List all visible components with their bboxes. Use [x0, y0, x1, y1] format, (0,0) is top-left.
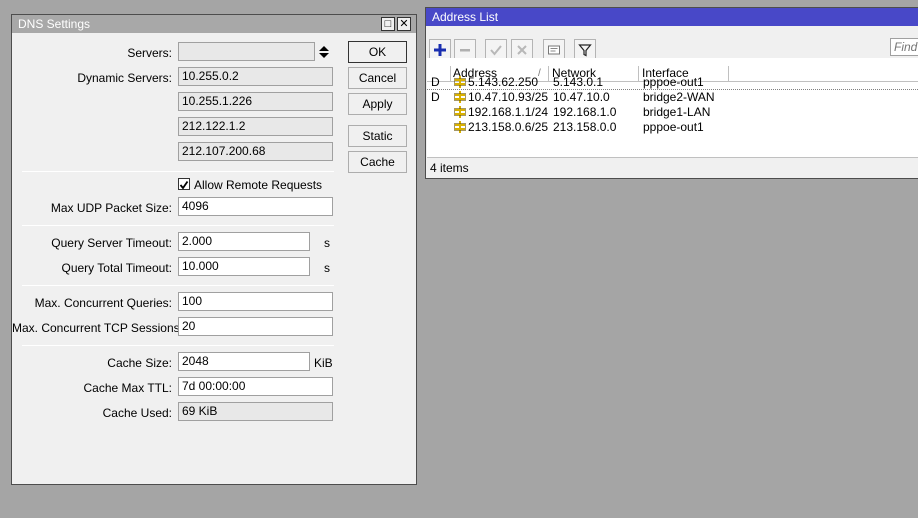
address-icon	[454, 106, 466, 121]
query-server-timeout-label: Query Server Timeout:	[51, 236, 172, 250]
separator	[22, 225, 334, 226]
row-address: 192.168.1.1/24	[468, 105, 549, 119]
cache-size-input[interactable]: 2048	[178, 352, 310, 371]
row-network: 5.143.0.1	[553, 75, 604, 89]
address-icon	[454, 91, 466, 106]
max-concurrent-queries-label: Max. Concurrent Queries:	[34, 296, 172, 310]
comment-icon	[548, 45, 560, 55]
address-list-window: Address List Find Address / Network Inte…	[425, 7, 918, 179]
allow-remote-requests-checkbox[interactable]	[178, 178, 190, 190]
dynamic-servers-label: Dynamic Servers:	[77, 71, 172, 85]
max-concurrent-tcp-label: Max. Concurrent TCP Sessions:	[12, 321, 183, 335]
table-row[interactable]: 213.158.0.6/25 213.158.0.0 pppoe-out1	[427, 120, 918, 135]
query-server-timeout-unit: s	[324, 236, 330, 250]
servers-label: Servers:	[127, 46, 172, 60]
max-concurrent-tcp-input[interactable]: 20	[178, 317, 333, 336]
dns-settings-titlebar[interactable]: DNS Settings	[12, 15, 416, 33]
query-total-timeout-input[interactable]: 10.000	[178, 257, 310, 276]
static-button[interactable]: Static	[348, 125, 407, 147]
address-icon	[454, 76, 466, 91]
separator	[22, 345, 334, 346]
query-server-timeout-input[interactable]: 2.000	[178, 232, 310, 251]
row-flag: D	[431, 90, 440, 104]
cache-used-value: 69 KiB	[178, 402, 333, 421]
address-list-titlebar[interactable]: Address List	[426, 8, 918, 26]
query-total-timeout-label: Query Total Timeout:	[61, 261, 173, 275]
row-interface: bridge2-WAN	[643, 90, 715, 104]
find-input[interactable]	[890, 38, 918, 56]
filter-icon	[578, 44, 592, 57]
cache-size-label: Cache Size:	[107, 356, 172, 370]
cancel-button[interactable]: Cancel	[348, 67, 407, 89]
query-total-timeout-unit: s	[324, 261, 330, 275]
table-row[interactable]: D 5.143.62.250 5.143.0.1 pppoe-out1	[427, 75, 918, 90]
status-bar: 4 items	[427, 157, 918, 177]
cache-button[interactable]: Cache	[348, 151, 407, 173]
max-udp-label: Max UDP Packet Size:	[50, 201, 172, 215]
servers-input[interactable]	[178, 42, 315, 61]
cache-size-unit: KiB	[314, 356, 333, 370]
ok-button[interactable]: OK	[348, 41, 407, 63]
dynamic-server-3: 212.122.1.2	[178, 117, 333, 136]
cache-max-ttl-label: Cache Max TTL:	[83, 381, 172, 395]
check-icon	[490, 45, 502, 56]
dns-settings-title: DNS Settings	[18, 17, 91, 31]
apply-button[interactable]: Apply	[348, 93, 407, 115]
item-count: 4 items	[430, 161, 469, 175]
row-network: 192.168.1.0	[553, 105, 617, 119]
cache-used-label: Cache Used:	[102, 406, 172, 420]
cache-max-ttl-input[interactable]: 7d 00:00:00	[178, 377, 333, 396]
add-icon	[434, 44, 446, 56]
row-flag: D	[431, 75, 440, 89]
servers-updown-icon[interactable]	[318, 44, 330, 60]
close-button[interactable]: ✕	[397, 17, 411, 31]
row-address: 213.158.0.6/25	[468, 120, 549, 134]
table-row[interactable]: 192.168.1.1/24 192.168.1.0 bridge1-LAN	[427, 105, 918, 120]
restore-button[interactable]: □	[381, 17, 395, 31]
row-network: 10.47.10.0	[553, 90, 610, 104]
row-interface: pppoe-out1	[643, 120, 704, 134]
max-concurrent-queries-input[interactable]: 100	[178, 292, 333, 311]
address-list-title: Address List	[432, 10, 499, 24]
row-address: 5.143.62.250	[468, 75, 539, 89]
dynamic-server-1: 10.255.0.2	[178, 67, 333, 86]
remove-icon	[460, 49, 470, 52]
allow-remote-requests-label[interactable]: Allow Remote Requests	[194, 178, 322, 192]
dynamic-server-4: 212.107.200.68	[178, 142, 333, 161]
dns-settings-window: DNS Settings □ ✕ Servers: Dynamic Server…	[11, 14, 417, 485]
separator	[22, 171, 334, 172]
table-row[interactable]: D 10.47.10.93/25 10.47.10.0 bridge2-WAN	[427, 90, 918, 105]
max-udp-input[interactable]: 4096	[178, 197, 333, 216]
row-network: 213.158.0.0	[553, 120, 617, 134]
row-address: 10.47.10.93/25	[468, 90, 549, 104]
checkmark-icon	[179, 180, 189, 190]
separator	[22, 285, 334, 286]
address-icon	[454, 121, 466, 136]
row-interface: bridge1-LAN	[643, 105, 711, 119]
row-interface: pppoe-out1	[643, 75, 704, 89]
disable-icon	[517, 45, 527, 55]
dynamic-server-2: 10.255.1.226	[178, 92, 333, 111]
